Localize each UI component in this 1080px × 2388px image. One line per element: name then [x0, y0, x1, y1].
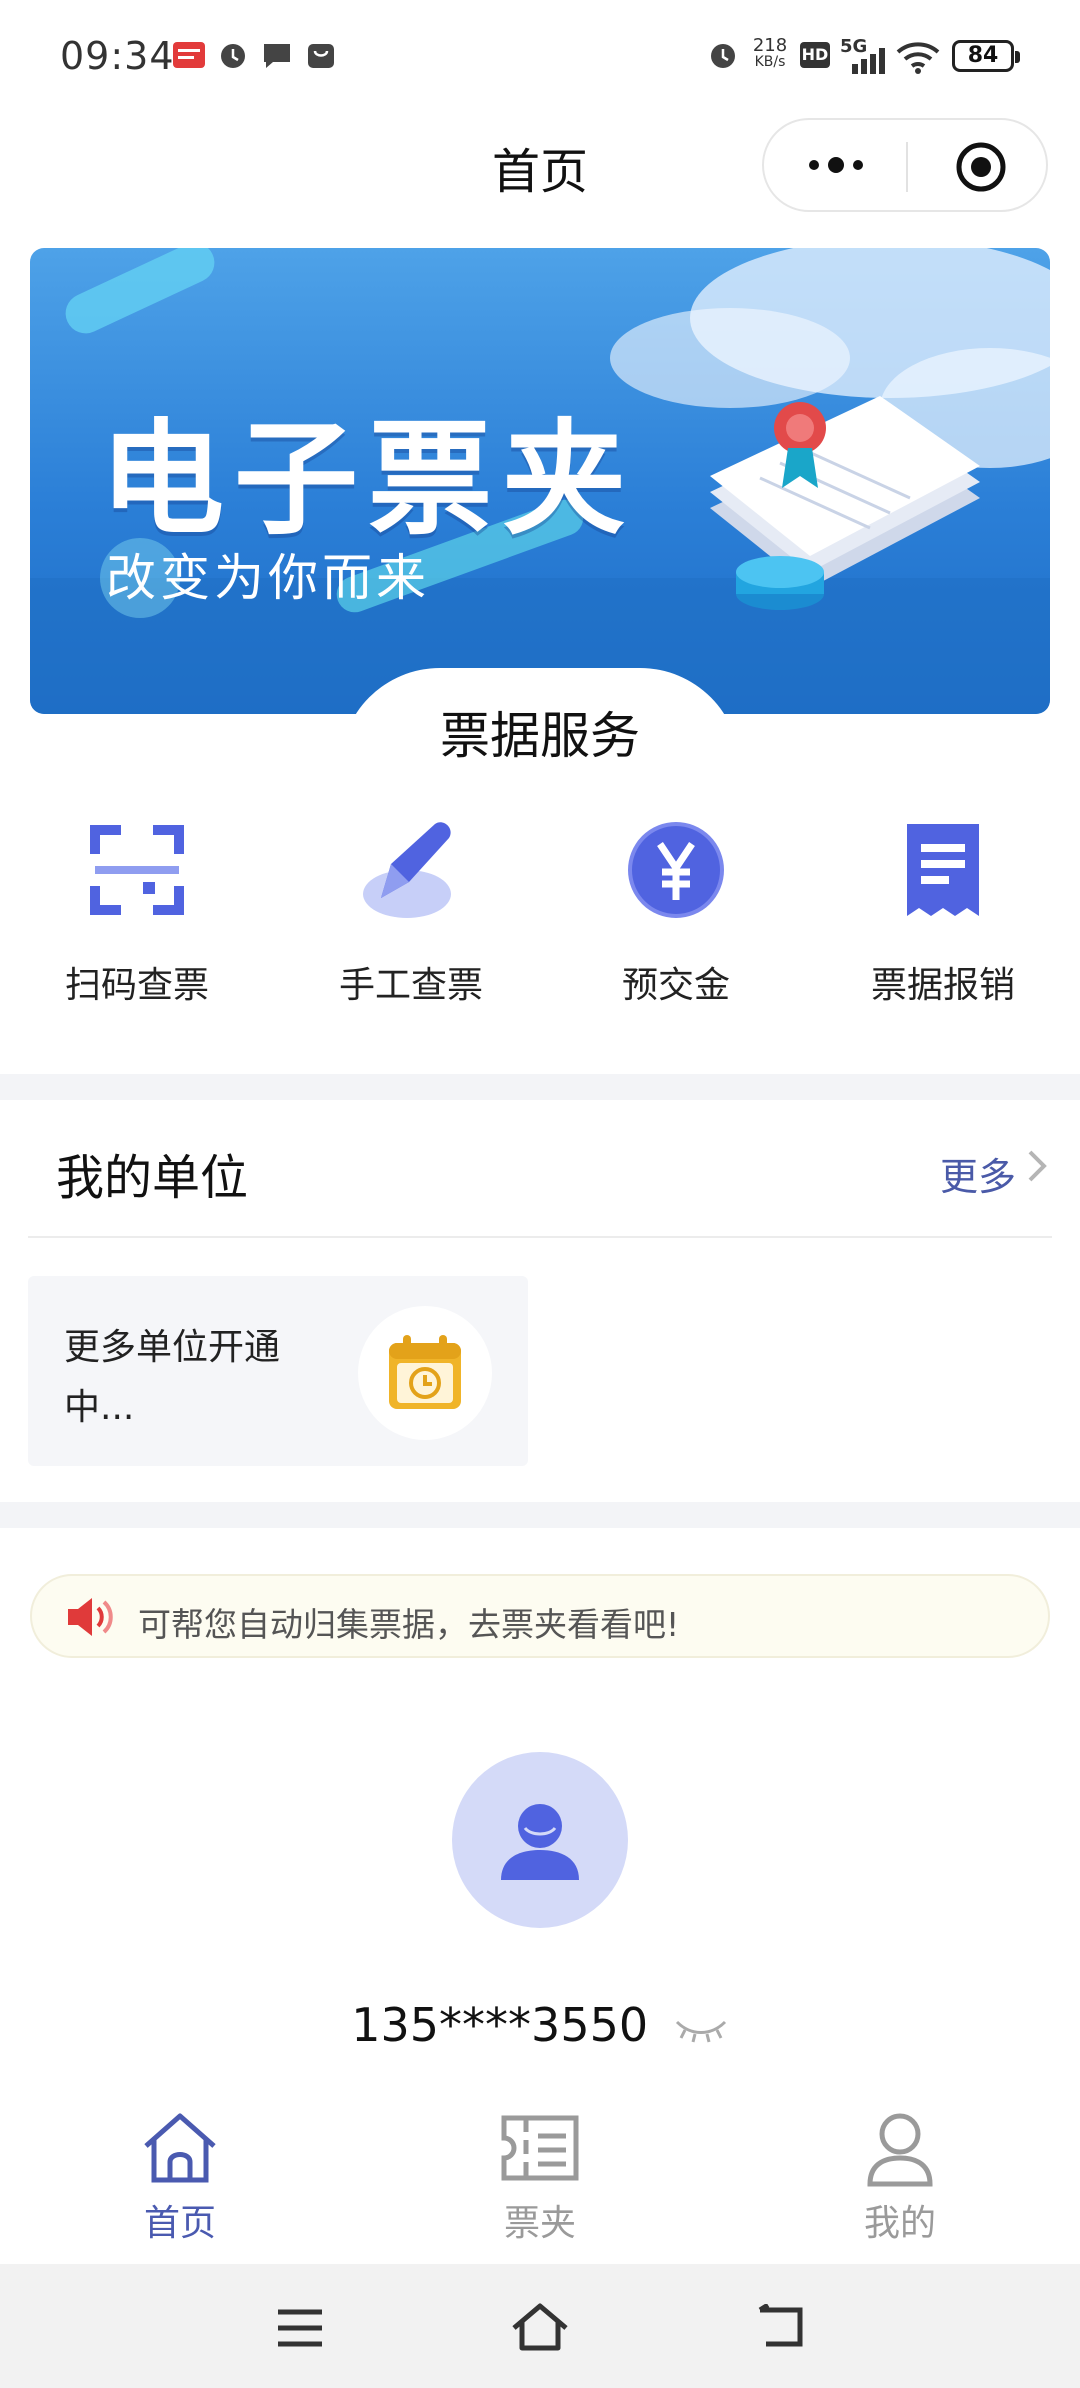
service-manual[interactable]: 手工查票: [276, 820, 546, 1020]
service-label: 票据报销: [870, 965, 1015, 1006]
tab-label: 我的: [863, 2203, 936, 2244]
unit-card[interactable]: 更多单位开通中...: [28, 1276, 528, 1466]
home-nav-icon[interactable]: [510, 2302, 570, 2352]
eye-closed-icon[interactable]: [673, 2014, 729, 2044]
wifi-icon: [896, 42, 940, 74]
message-icon: [264, 44, 290, 68]
unit-card-text: 更多单位开通中...: [64, 1327, 281, 1428]
banner[interactable]: 电子票夹 改变为你而来: [30, 248, 1050, 714]
service-reimburse[interactable]: 票据报销: [808, 820, 1078, 1020]
section-gap: [0, 1074, 1080, 1100]
receipt-icon: [907, 824, 979, 916]
service-label: 预交金: [621, 965, 730, 1006]
banner-subtitle: 改变为你而来: [106, 549, 430, 607]
alarm-icon: [221, 44, 245, 68]
net-speed-unit: KB/s: [754, 54, 786, 70]
service-label: 扫码查票: [64, 965, 209, 1006]
phone-number: 135****3550: [351, 1998, 649, 2052]
calendar-clock-icon: [389, 1335, 461, 1409]
system-navigation-bar: [0, 2264, 1080, 2388]
pen-icon: [363, 822, 451, 918]
more-link[interactable]: 更多: [940, 1146, 1016, 1201]
my-units-title: 我的单位: [56, 1150, 249, 1206]
unit-icon-wrap: [358, 1306, 492, 1440]
mini-program-capsule: [762, 118, 1048, 212]
yen-coin-icon: [628, 822, 724, 918]
speaker-icon: [68, 1598, 113, 1636]
service-section-title: 票据服务: [440, 707, 640, 765]
news-app-icon: [173, 42, 205, 68]
more-dots-icon[interactable]: [804, 150, 868, 180]
signal-icon: [852, 48, 885, 74]
notice-bar[interactable]: 可帮您自动归集票据，去票夹看看吧!: [30, 1574, 1050, 1658]
bag-icon: [308, 44, 334, 68]
scan-icon: [90, 825, 184, 915]
back-nav-icon[interactable]: [756, 2304, 806, 2350]
tab-label: 首页: [143, 2203, 216, 2244]
status-time: 09:34: [60, 34, 175, 78]
phone-number-row: 135****3550: [0, 1998, 1080, 2052]
home-icon: [144, 2113, 216, 2183]
alarm-status-icon: [711, 44, 735, 68]
user-profile-icon: [867, 2113, 933, 2187]
capsule-divider: [906, 142, 908, 192]
banner-title: 电子票夹: [100, 408, 637, 552]
service-scan[interactable]: 扫码查票: [2, 820, 272, 1020]
section-divider: [28, 1236, 1052, 1238]
menu-icon[interactable]: [276, 2308, 324, 2348]
service-deposit[interactable]: 预交金: [541, 820, 811, 1020]
service-label: 手工查票: [338, 965, 483, 1006]
section-gap: [0, 1502, 1080, 1528]
battery-indicator: 84: [952, 40, 1020, 72]
chevron-right-icon[interactable]: [1026, 1146, 1050, 1186]
close-target-icon[interactable]: [954, 140, 1008, 194]
user-avatar-icon: [501, 1804, 579, 1880]
tab-label: 票夹: [503, 2203, 576, 2244]
status-bar: 09:34 218 KB/s HD 5G 84: [0, 0, 1080, 110]
notice-text: 可帮您自动归集票据，去票夹看看吧!: [138, 1605, 680, 1644]
avatar[interactable]: [452, 1752, 628, 1928]
net-speed-value: 218: [752, 35, 788, 56]
net-speed: 218 KB/s: [750, 35, 790, 71]
hd-badge: HD: [800, 42, 830, 68]
ticket-folder-icon: [501, 2115, 579, 2181]
